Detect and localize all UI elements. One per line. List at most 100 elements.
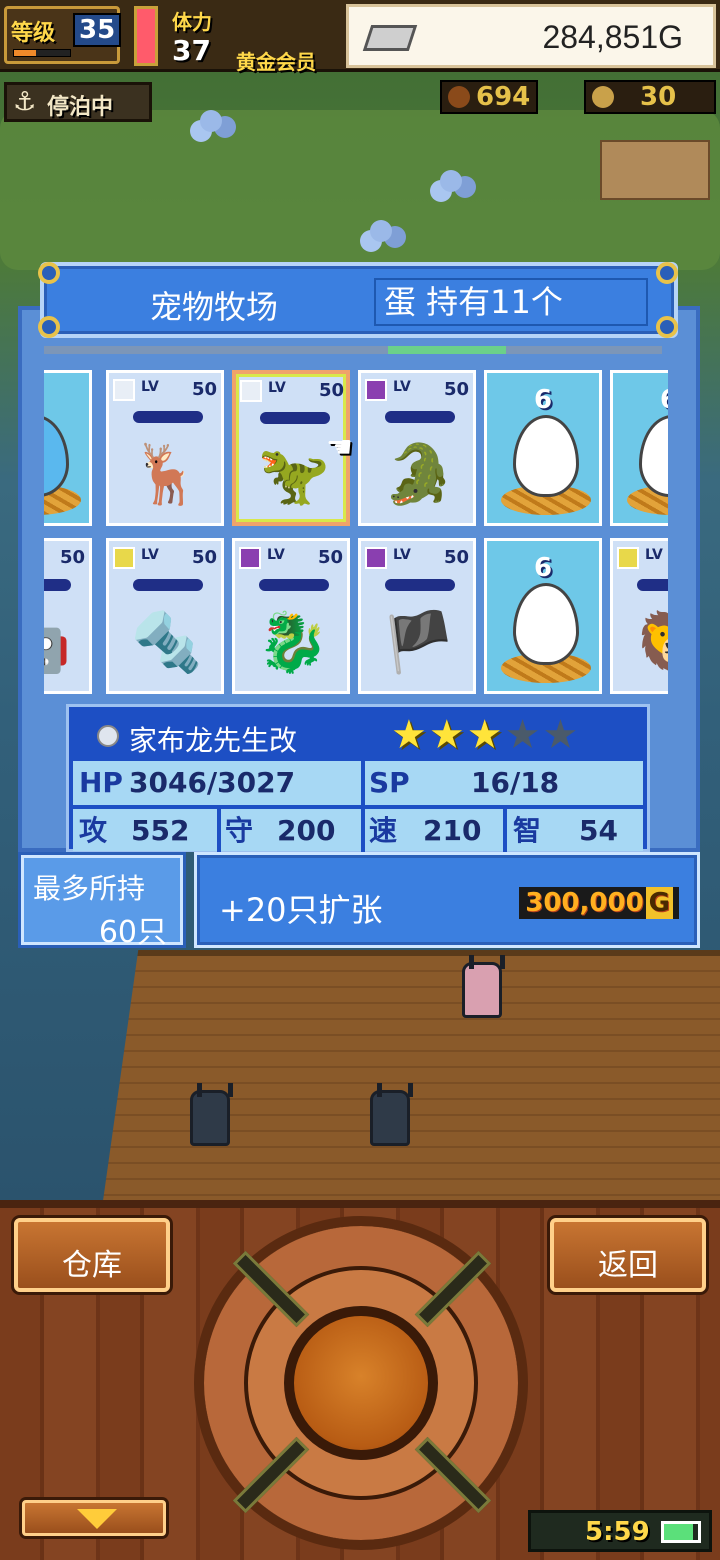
element-icon [113,547,135,569]
pet-card[interactable]: LV 50 🐉 [232,538,350,694]
pet-card[interactable]: LV50 🤖 [44,538,92,694]
attack-label: 攻 [79,814,108,847]
level-row: LV50 [44,547,87,569]
star-icon: ★ [542,712,579,758]
defense-value: 200 [277,814,336,847]
pet-rating: ★ ★ ★ ★ ★ [391,715,578,755]
level-label: 等级 [11,21,56,46]
level-tag: LV [393,379,411,395]
level-tag: LV [267,547,285,563]
egg-hatch-count: 6 [533,385,553,415]
pet-hp-bar [133,579,203,591]
pet-level: 50 [443,547,469,568]
menu-toggle-button[interactable] [22,1500,166,1536]
element-icon [365,547,387,569]
speed-label: 速 [369,814,398,847]
top-hud: 等级 35 体力 37 黄金会员 284,851G [0,0,720,74]
star-icon: ★ [504,712,541,758]
deer-monster-icon: 🦌 [130,439,204,508]
expand-price: 300,000 G [519,887,679,919]
egg-card[interactable]: 6 [484,370,602,526]
intelligence-value: 54 [579,814,618,847]
shadow-beast-monster-icon: 🐉 [256,607,330,676]
egg-card[interactable]: 6 [484,538,602,694]
pet-hp-bar [259,579,329,591]
back-button[interactable]: 返回 [550,1218,706,1292]
pet-hp-bar [385,411,455,423]
xp-bar [13,49,71,57]
sp-value: 16/18 [471,766,560,799]
grid-scrollbar[interactable] [44,346,662,354]
level-tag: LV [141,547,159,563]
level-tag: LV [268,380,286,396]
pet-detail: 家布龙先生改 ★ ★ ★ ★ ★ HP 3046/3027 SP 16/18 攻 552… [66,704,650,853]
hp-label: HP [79,766,123,799]
anchor-icon: ⚓ [13,87,37,117]
pet-card[interactable]: LV 50 🏴 [358,538,476,694]
expand-price-value: 300,000 [525,888,644,918]
attr-row: 攻 552 守 200 速 210 智 54 [73,809,643,853]
pet-name: 家布龙先生改 [129,724,298,757]
expand-capacity-button[interactable]: +20只扩张 300,000 G [194,852,700,948]
resource-2-value: 30 [640,82,677,112]
element-orb-icon [97,725,119,747]
hp-sp-row: HP 3046/3027 SP 16/18 [73,761,643,805]
anchored-label: 停泊中 [47,95,114,120]
level-value: 35 [73,13,122,47]
wooden-fence [600,140,710,200]
pet-card[interactable]: LV 50 🦌 [106,370,224,526]
member-badge: 黄金会员 [236,50,316,74]
food-icon [448,86,470,108]
crocodile-monster-icon: 🐊 [382,439,456,508]
player-character[interactable] [462,955,505,1018]
level-row: LV [617,547,668,569]
gold-box: 284,851G [346,4,716,68]
pet-grid: LV50🦌LV50🦖LV50🐊66LV50🤖LV50🔩LV50🐉LV50🏴6LV… [44,366,668,694]
flower-bush [440,170,462,192]
expand-label: +20只扩张 [219,891,383,929]
clock-time: 5:59 [585,1517,650,1547]
corner-ornament [656,316,678,338]
action-button[interactable] [284,1306,438,1460]
pet-card[interactable]: LV 🦁 [610,538,668,694]
egg-hatch-count: 6 [533,553,553,583]
max-capacity-value: 60只 [98,915,167,950]
gold-currency-icon: G [645,887,673,919]
stat-divider [361,809,365,853]
back-label: 返回 [598,1248,658,1283]
defense-label: 守 [225,814,254,847]
speed-value: 210 [423,814,482,847]
level-row: LV 50 [365,547,471,569]
anchored-status[interactable]: ⚓ 停泊中 [4,82,152,122]
egg-card[interactable] [44,370,92,526]
stamina-box: 体力 37 黄金会员 [166,4,342,74]
pet-card[interactable]: LV 50 🐊 [358,370,476,526]
element-icon [617,547,639,569]
star-icon: ★ [428,712,465,758]
pet-level: 50 [191,547,217,568]
golden-monster-icon: 🦁 [631,599,668,685]
pet-hp-bar [637,579,668,591]
resource-1-value: 694 [476,82,531,112]
stat-divider [361,761,365,805]
pet-level: 50 [443,379,469,400]
pet-level: 50 [318,380,344,401]
hp-value: 3046/3027 [129,766,296,799]
corner-ornament [38,262,60,284]
stat-divider [503,809,507,853]
level-tag: LV [141,379,159,395]
star-icon: ★ [466,712,503,758]
egg-card[interactable]: 6 [610,370,668,526]
egg-hatch-count: 6 [613,385,668,415]
resource-counter-2: 30 [584,80,716,114]
egg-icon [44,415,69,497]
level-tag: LV [393,547,411,563]
attack-value: 552 [131,814,190,847]
robot-monster-icon: 🤖 [44,599,75,685]
warehouse-button[interactable]: 仓库 [14,1218,170,1292]
pet-card[interactable]: LV 50 🔩 [106,538,224,694]
level-box: 等级 35 [4,6,122,64]
grid-scroll-thumb[interactable] [388,346,506,354]
xp-fill [14,50,37,56]
pet-hp-bar [260,412,330,424]
